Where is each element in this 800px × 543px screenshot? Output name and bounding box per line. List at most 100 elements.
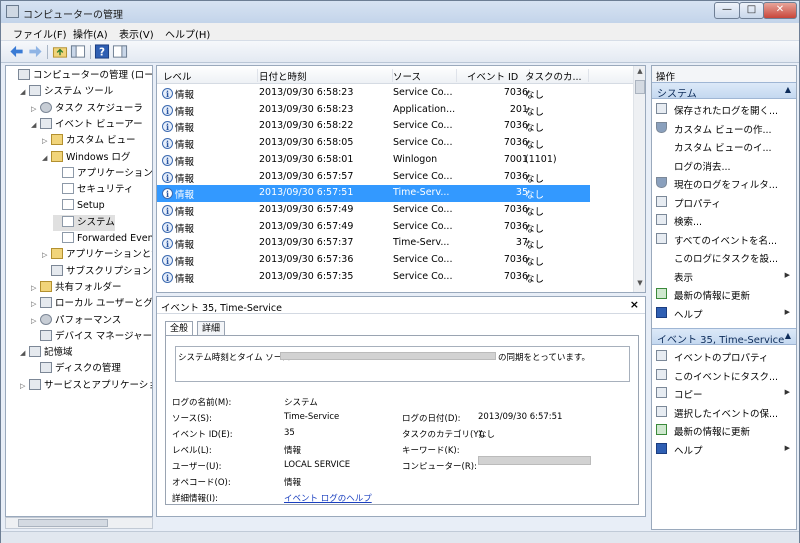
tree-node[interactable]: ◢ 記憶域	[20, 345, 73, 361]
column-header-task-category[interactable]: タスクのカ...	[525, 69, 589, 83]
expand-arrow-icon[interactable]: ◢	[20, 345, 29, 361]
menu-view[interactable]: 表示(V)	[119, 26, 154, 41]
event-row[interactable]: i 情報 2013/09/30 6:58:05 Service Co... 7036 なし	[157, 135, 590, 152]
column-header-datetime[interactable]: 日付と時刻	[259, 69, 393, 83]
tree-node[interactable]: ◢ システム ツール	[20, 84, 113, 100]
scrollbar-thumb[interactable]	[635, 80, 645, 94]
tree-horizontal-scrollbar[interactable]	[5, 517, 153, 529]
expand-arrow-icon[interactable]: ▷	[31, 313, 40, 329]
event-row[interactable]: i 情報 2013/09/30 6:58:23 Service Co... 7036 なし	[157, 85, 590, 102]
event-row[interactable]: i 情報 2013/09/30 6:58:22 Service Co... 7036 なし	[157, 118, 590, 135]
event-row[interactable]: i 情報 2013/09/30 6:57:37 Time-Serv... 37 なし	[157, 235, 590, 252]
maximize-button[interactable]: □	[739, 2, 764, 19]
event-list-vertical-scrollbar[interactable]: ▲ ▼	[633, 66, 645, 292]
expand-arrow-icon[interactable]: ▷	[20, 378, 29, 394]
event-row[interactable]: i 情報 2013/09/30 6:58:23 Application... 201 なし	[157, 102, 590, 119]
console-tree[interactable]: コンピューターの管理 (ローカル ◢ システム ツール ▷ タスク スケジューラ ◢ イベン…	[5, 65, 153, 517]
event-row[interactable]: i 情報 2013/09/30 6:57:49 Service Co... 7036 なし	[157, 219, 590, 236]
tab-details[interactable]: 詳細	[197, 321, 226, 336]
close-button[interactable]: ✕	[763, 2, 797, 19]
actions-section-system[interactable]: システム ▲	[652, 82, 796, 100]
tree-node[interactable]: サブスクリプション	[42, 264, 152, 280]
expand-arrow-icon[interactable]: ◢	[31, 117, 40, 133]
tree-node[interactable]: ディスクの管理	[31, 361, 121, 377]
expand-arrow-icon[interactable]: ▷	[31, 296, 40, 312]
tree-node[interactable]: ▷ サービスとアプリケーション	[20, 378, 152, 394]
minimize-button[interactable]: —	[714, 2, 740, 19]
close-detail-icon[interactable]: ×	[630, 298, 639, 311]
scroll-up-arrow-icon[interactable]: ▲	[635, 67, 645, 78]
action-item[interactable]: 表示 ▶	[652, 267, 796, 285]
scroll-down-arrow-icon[interactable]: ▼	[635, 279, 645, 290]
collapse-arrow-icon[interactable]: ▲	[785, 85, 791, 94]
tree-node[interactable]: ▷ 共有フォルダー	[31, 280, 122, 296]
tree-node[interactable]: アプリケーション	[53, 166, 152, 182]
action-item[interactable]: 保存されたログを開く...	[652, 100, 796, 118]
action-item[interactable]: コピー ▶	[652, 384, 796, 402]
action-item[interactable]: 現在のログをフィルタ...	[652, 174, 796, 192]
tab-general[interactable]: 全般	[165, 321, 194, 336]
action-item[interactable]: カスタム ビューの作...	[652, 119, 796, 137]
tree-node[interactable]: ◢ Windows ログ	[42, 150, 130, 166]
expand-arrow-icon[interactable]: ▷	[31, 280, 40, 296]
expand-arrow-icon[interactable]: ◢	[20, 84, 29, 100]
field-label: イベント ID(E):	[172, 430, 233, 440]
tree-node[interactable]: ▷ ローカル ユーザーとグル	[31, 296, 152, 312]
help-icon[interactable]: ?	[94, 44, 110, 59]
field-label: ログの名前(M):	[172, 398, 232, 408]
action-item[interactable]: 選択したイベントの保...	[652, 403, 796, 421]
expand-arrow-icon[interactable]: ▷	[42, 133, 51, 149]
action-item[interactable]: プロパティ	[652, 193, 796, 211]
tree-node[interactable]: システム	[53, 214, 115, 231]
tree-node[interactable]: セキュリティ	[53, 182, 133, 198]
tree-node-label: Setup	[77, 200, 105, 212]
event-log-help-link[interactable]: イベント ログのヘルプ	[284, 492, 372, 504]
action-item[interactable]: このイベントにタスク...	[652, 366, 796, 384]
tree-node[interactable]: ▷ パフォーマンス	[31, 313, 121, 329]
action-item[interactable]: ヘルプ ▶	[652, 440, 796, 458]
event-row[interactable]: i 情報 2013/09/30 6:57:51 Time-Serv... 35 なし	[157, 185, 590, 203]
menu-help[interactable]: ヘルプ(H)	[165, 26, 210, 41]
action-item[interactable]: ヘルプ ▶	[652, 304, 796, 322]
up-folder-icon[interactable]	[52, 44, 68, 59]
event-row[interactable]: i 情報 2013/09/30 6:57:35 Service Co... 7036 なし	[157, 269, 590, 286]
scrollbar-thumb[interactable]	[18, 519, 108, 527]
expand-arrow-icon[interactable]: ▷	[31, 101, 40, 117]
show-hide-action-pane-icon[interactable]	[112, 44, 128, 59]
actions-section-event[interactable]: イベント 35, Time-Service ▲	[652, 328, 796, 346]
show-hide-console-tree-icon[interactable]	[70, 44, 86, 59]
menu-action[interactable]: 操作(A)	[73, 26, 108, 41]
tree-node[interactable]: ▷ アプリケーションとサ	[42, 247, 152, 263]
row-datetime: 2013/09/30 6:58:05	[259, 137, 354, 149]
menu-file[interactable]: ファイル(F)	[13, 26, 67, 41]
column-header-level[interactable]: レベル	[163, 69, 258, 83]
action-item[interactable]: カスタム ビューのイ...	[652, 137, 796, 155]
tree-node[interactable]: Forwarded Events	[53, 231, 152, 247]
tree-node[interactable]: デバイス マネージャー	[31, 329, 152, 345]
tree-node[interactable]: ▷ カスタム ビュー	[42, 133, 136, 149]
back-arrow-icon[interactable]	[9, 44, 25, 59]
tree-node[interactable]: ▷ タスク スケジューラ	[31, 101, 143, 117]
tree-node[interactable]: ◢ イベント ビューアー	[31, 117, 143, 133]
collapse-arrow-icon[interactable]: ▲	[785, 331, 791, 340]
column-header-source[interactable]: ソース	[393, 69, 457, 83]
action-item[interactable]: ログの消去...	[652, 156, 796, 174]
expand-arrow-icon[interactable]: ▷	[42, 247, 51, 263]
action-item[interactable]: このログにタスクを設...	[652, 248, 796, 266]
event-row[interactable]: i 情報 2013/09/30 6:57:49 Service Co... 7036 なし	[157, 202, 590, 219]
event-row[interactable]: i 情報 2013/09/30 6:57:36 Service Co... 7036 なし	[157, 252, 590, 269]
action-item[interactable]: 最新の情報に更新	[652, 285, 796, 303]
expand-arrow-icon[interactable]: ◢	[42, 150, 51, 166]
tree-node[interactable]: Setup	[53, 198, 105, 214]
event-row[interactable]: i 情報 2013/09/30 6:58:01 Winlogon 7001 (1101)	[157, 152, 590, 169]
tree-node[interactable]: コンピューターの管理 (ローカル	[9, 68, 152, 84]
column-header-event-id[interactable]: イベント ID	[467, 69, 530, 83]
filter-icon	[656, 177, 667, 188]
action-item[interactable]: 検索...	[652, 211, 796, 229]
action-item[interactable]: イベントのプロパティ	[652, 347, 796, 365]
row-datetime: 2013/09/30 6:57:49	[259, 220, 354, 232]
action-item[interactable]: 最新の情報に更新	[652, 421, 796, 439]
forward-arrow-icon[interactable]	[27, 44, 43, 59]
action-item[interactable]: すべてのイベントを名...	[652, 230, 796, 248]
event-row[interactable]: i 情報 2013/09/30 6:57:57 Service Co... 7036 なし	[157, 169, 590, 186]
